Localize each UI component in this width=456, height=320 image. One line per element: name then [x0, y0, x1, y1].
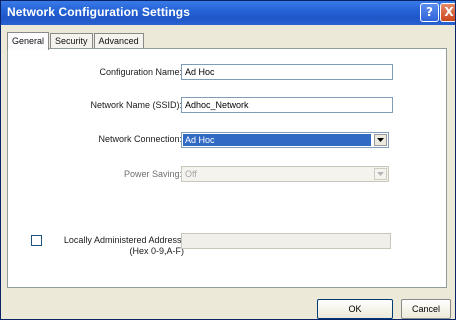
ssid-input[interactable]: Adhoc_Network [181, 97, 393, 113]
tab-general[interactable]: General [7, 32, 50, 50]
window-title: Network Configuration Settings [7, 5, 190, 19]
network-connection-dropdown-button[interactable] [374, 134, 387, 146]
laa-checkbox[interactable] [31, 235, 42, 246]
tab-strip: General Security Advanced [7, 31, 145, 50]
power-saving-value: Off [185, 169, 197, 179]
cancel-button[interactable]: Cancel [401, 299, 451, 319]
laa-input[interactable] [181, 233, 391, 249]
help-button[interactable]: ? [420, 3, 439, 22]
title-bar[interactable]: Network Configuration Settings ? X [1, 1, 455, 25]
network-connection-select[interactable]: Ad Hoc [181, 132, 389, 148]
network-config-dialog: Network Configuration Settings ? X Gener… [0, 0, 456, 320]
laa-hint-label: (Hex 0-9,A-F) [129, 246, 184, 256]
network-connection-label: Network Connection: [98, 134, 182, 144]
ssid-label: Network Name (SSID): [90, 100, 182, 110]
ok-button[interactable]: OK [317, 299, 393, 319]
network-connection-value: Ad Hoc [183, 134, 371, 146]
power-saving-select[interactable]: Off [181, 166, 389, 182]
general-tab-panel: Configuration Name: Ad Hoc Network Name … [7, 48, 447, 288]
chevron-down-icon [377, 138, 384, 142]
config-name-input[interactable]: Ad Hoc [181, 64, 393, 80]
power-saving-label: Power Saving: [123, 169, 182, 179]
tab-security[interactable]: Security [50, 33, 93, 49]
chevron-down-icon [377, 172, 384, 176]
config-name-label: Configuration Name: [99, 67, 182, 77]
laa-label: Locally Administered Address: [63, 235, 184, 245]
help-icon: ? [426, 5, 433, 19]
tab-advanced[interactable]: Advanced [93, 33, 144, 49]
power-saving-dropdown-button[interactable] [374, 168, 387, 180]
close-button[interactable]: X [440, 3, 455, 22]
close-icon: X [444, 5, 454, 19]
